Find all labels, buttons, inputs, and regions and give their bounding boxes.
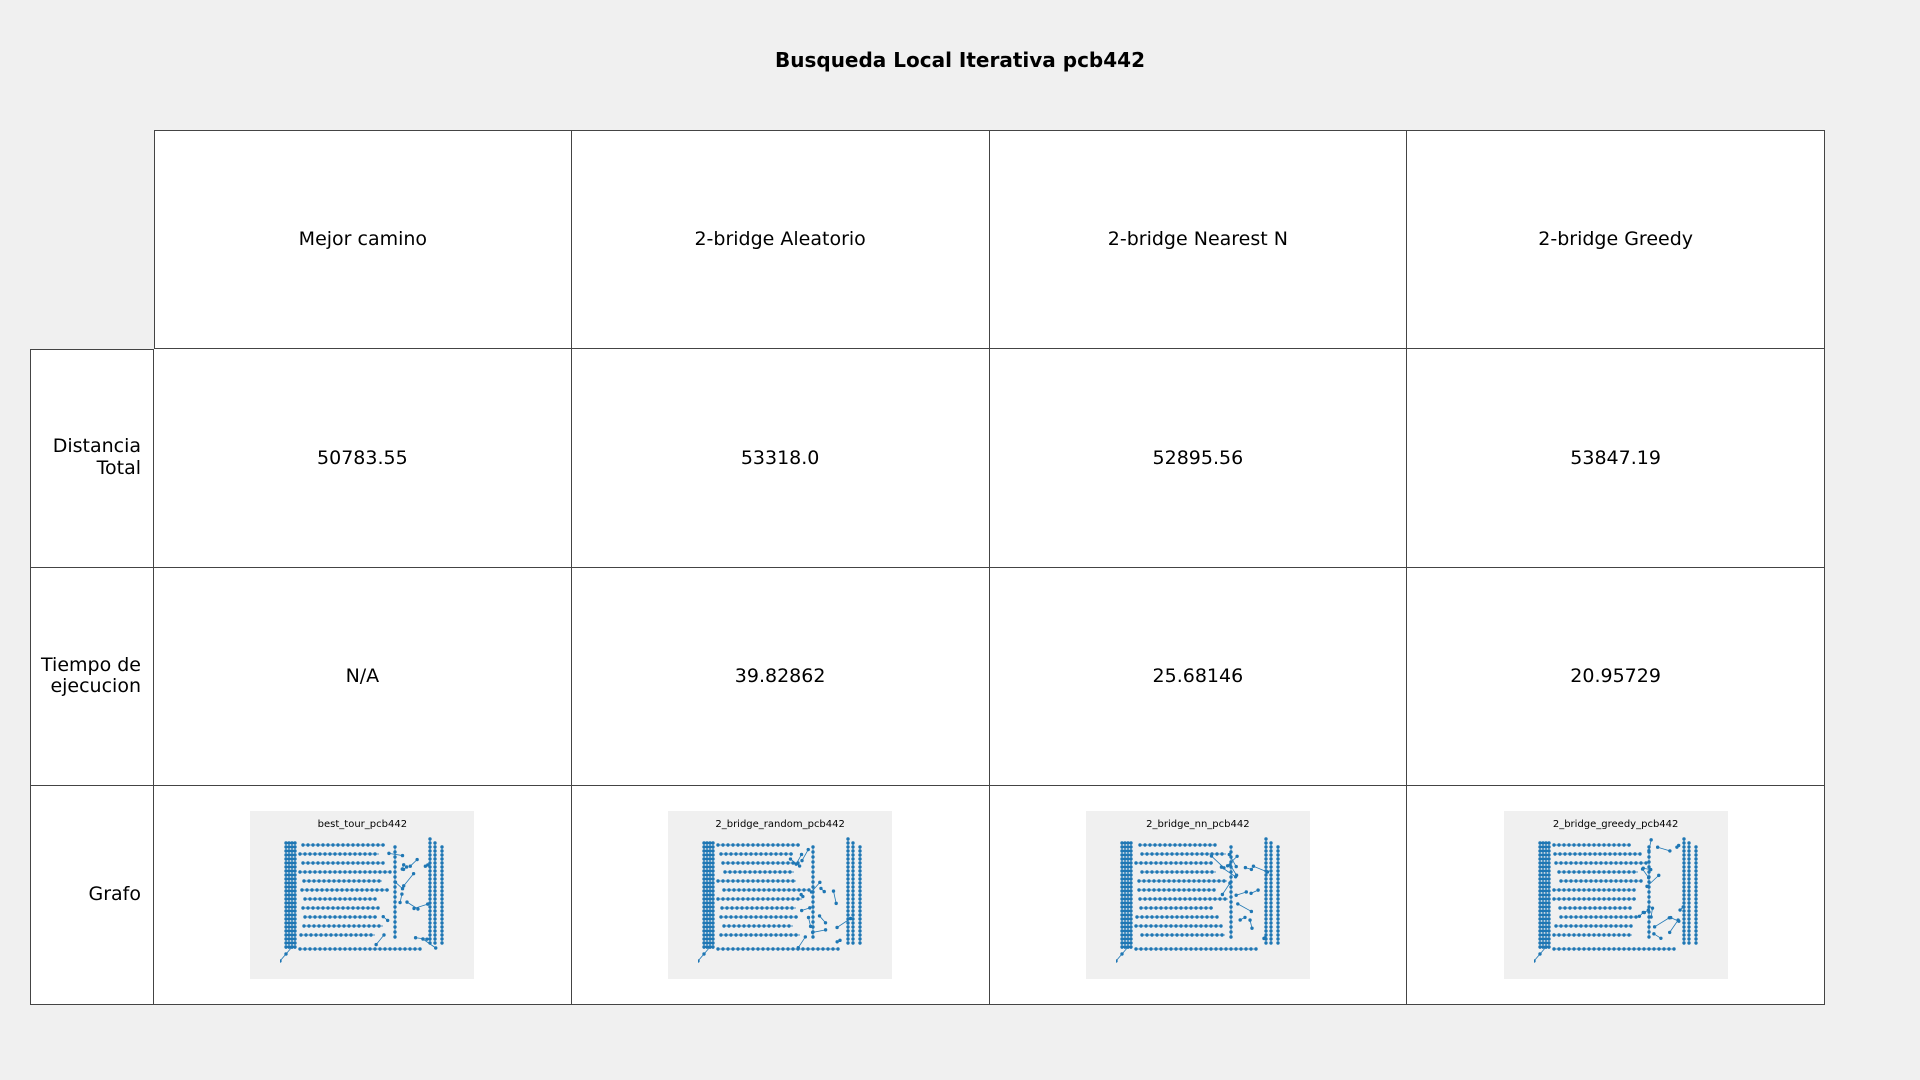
table-cell: 20.95729 bbox=[1407, 567, 1825, 787]
table-cell: 2_bridge_nn_pcb442 bbox=[989, 786, 1408, 1005]
tour-graph-image: 2_bridge_nn_pcb442 bbox=[1085, 811, 1310, 980]
table-cell: 53318.0 bbox=[571, 348, 990, 568]
table-cell: 52895.56 bbox=[989, 348, 1408, 568]
tour-graph-plot bbox=[280, 837, 445, 963]
tour-graph-image: best_tour_pcb442 bbox=[250, 811, 475, 980]
row-label-distancia: Distancia Total bbox=[30, 348, 154, 568]
column-header: 2-bridge Greedy bbox=[1407, 130, 1825, 349]
graph-title: best_tour_pcb442 bbox=[317, 819, 408, 831]
table-cell: 25.68146 bbox=[989, 567, 1408, 787]
graph-title: 2_bridge_greedy_pcb442 bbox=[1552, 819, 1679, 831]
table-cell: 53847.19 bbox=[1407, 348, 1825, 568]
tour-graph-image: 2_bridge_random_pcb442 bbox=[668, 811, 893, 980]
row-label-text: Tiempo de ejecucion bbox=[41, 653, 141, 698]
row-label-tiempo: Tiempo de ejecucion bbox=[30, 567, 154, 787]
table-cell: N/A bbox=[154, 567, 572, 787]
graph-title: 2_bridge_random_pcb442 bbox=[715, 819, 845, 831]
table-cell: 39.82862 bbox=[571, 567, 990, 787]
column-header: 2-bridge Nearest N bbox=[989, 130, 1408, 349]
row-label-grafo: Grafo bbox=[30, 786, 154, 1005]
results-table: Mejor camino 2-bridge Aleatorio 2-bridge… bbox=[30, 130, 1825, 1005]
table-cell: 2_bridge_random_pcb442 bbox=[571, 786, 990, 1005]
tour-graph-plot bbox=[1533, 837, 1698, 963]
tour-graph-plot bbox=[698, 837, 862, 963]
table-cell: best_tour_pcb442 bbox=[154, 786, 572, 1005]
tour-graph-image: 2_bridge_greedy_pcb442 bbox=[1503, 811, 1728, 980]
column-header: Mejor camino bbox=[154, 130, 572, 349]
graph-title: 2_bridge_nn_pcb442 bbox=[1146, 819, 1250, 831]
column-header: 2-bridge Aleatorio bbox=[571, 130, 990, 349]
table-cell: 50783.55 bbox=[154, 348, 572, 568]
table-cell: 2_bridge_greedy_pcb442 bbox=[1407, 786, 1825, 1005]
tour-graph-plot bbox=[1115, 837, 1280, 963]
page-title: Busqueda Local Iterativa pcb442 bbox=[774, 48, 1145, 72]
row-label-text: Grafo bbox=[88, 883, 142, 906]
corner-cell bbox=[30, 130, 154, 349]
row-label-text: Distancia Total bbox=[52, 435, 141, 480]
